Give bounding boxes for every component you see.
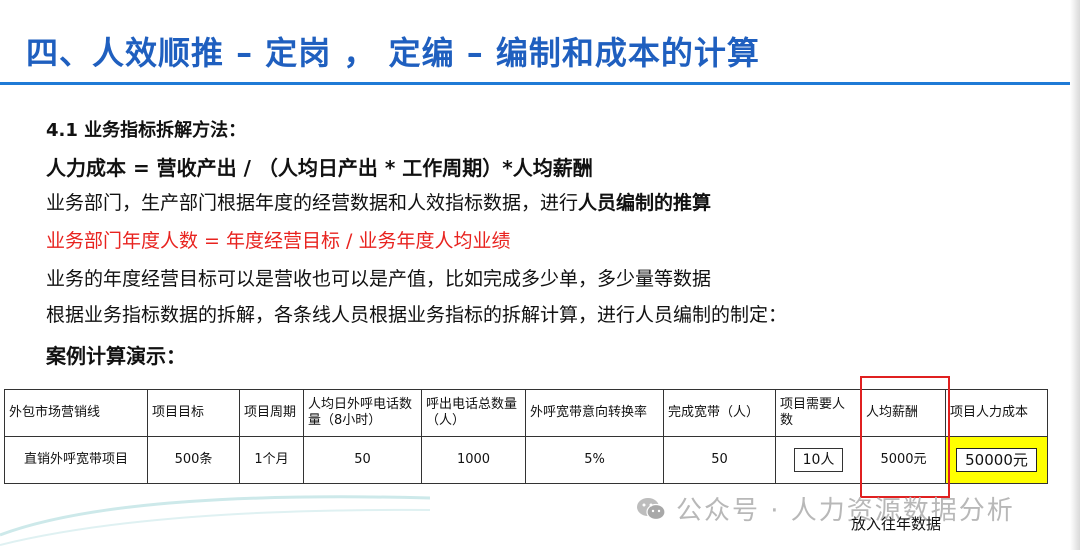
case-heading: 案例计算演示： bbox=[46, 344, 186, 368]
header-cell: 人均日外呼电话数量（8小时） bbox=[303, 389, 422, 437]
section-heading: 4.1 业务指标拆解方法： bbox=[46, 120, 247, 141]
header-cell: 项目目标 bbox=[147, 389, 240, 437]
table-cell: 50 bbox=[663, 436, 776, 484]
labor-cost-value: 50000元 bbox=[956, 448, 1037, 472]
title-divider bbox=[0, 82, 1080, 85]
slide-edge-shadow bbox=[1070, 0, 1080, 550]
table-cell: 直销外呼宽带项目 bbox=[4, 436, 148, 484]
paragraph-1: 业务部门，生产部门根据年度的经营数据和人效指标数据，进行人员编制的推算 bbox=[46, 188, 711, 215]
table-cell: 50 bbox=[303, 436, 422, 484]
labor-cost-cell: 50000元 bbox=[945, 436, 1048, 484]
header-cell: 外包市场营销线 bbox=[4, 389, 148, 437]
header-cell: 外呼宽带意向转换率 bbox=[525, 389, 664, 437]
annotation-note: 放入往年数据 bbox=[851, 515, 942, 533]
highlight-box bbox=[860, 376, 950, 498]
paragraph-1-bold: 人员编制的推算 bbox=[578, 192, 712, 214]
paragraph-1-text: 业务部门，生产部门根据年度的经营数据和人效指标数据，进行 bbox=[46, 192, 579, 214]
header-cell: 完成宽带（人） bbox=[663, 389, 776, 437]
paragraph-3: 根据业务指标数据的拆解，各条线人员根据业务指标的拆解计算，进行人员编制的制定： bbox=[46, 304, 788, 326]
cost-formula: 人力成本 = 营收产出 / （人均日产出 * 工作周期）*人均薪酬 bbox=[46, 156, 593, 180]
table-cell: 1个月 bbox=[239, 436, 304, 484]
header-cell: 呼出电话总数量（人） bbox=[421, 389, 526, 437]
page-title: 四、人效顺推 – 定岗 ， 定编 – 编制和成本的计算 bbox=[26, 34, 760, 72]
headcount-formula: 业务部门年度人数 = 年度经营目标 / 业务年度人均业绩 bbox=[46, 230, 511, 252]
paragraph-2: 业务的年度经营目标可以是营收也可以是产值，比如完成多少单，多少量等数据 bbox=[46, 268, 712, 290]
watermark: 公众号 · 人力资源数据分析 bbox=[636, 490, 1015, 527]
wechat-icon bbox=[637, 497, 666, 520]
header-cell: 项目需要人数 bbox=[775, 389, 862, 437]
table-cell: 5% bbox=[525, 436, 664, 484]
header-cell: 项目周期 bbox=[239, 389, 304, 437]
header-cell: 项目人力成本 bbox=[945, 389, 1048, 437]
table-cell: 500条 bbox=[147, 436, 240, 484]
table-cell: 1000 bbox=[421, 436, 526, 484]
table-cell: 10人 bbox=[775, 436, 862, 484]
headcount-value: 10人 bbox=[793, 448, 844, 472]
watermark-text: 公众号 · 人力资源数据分析 bbox=[676, 496, 1015, 526]
decorative-swoosh bbox=[0, 495, 430, 546]
